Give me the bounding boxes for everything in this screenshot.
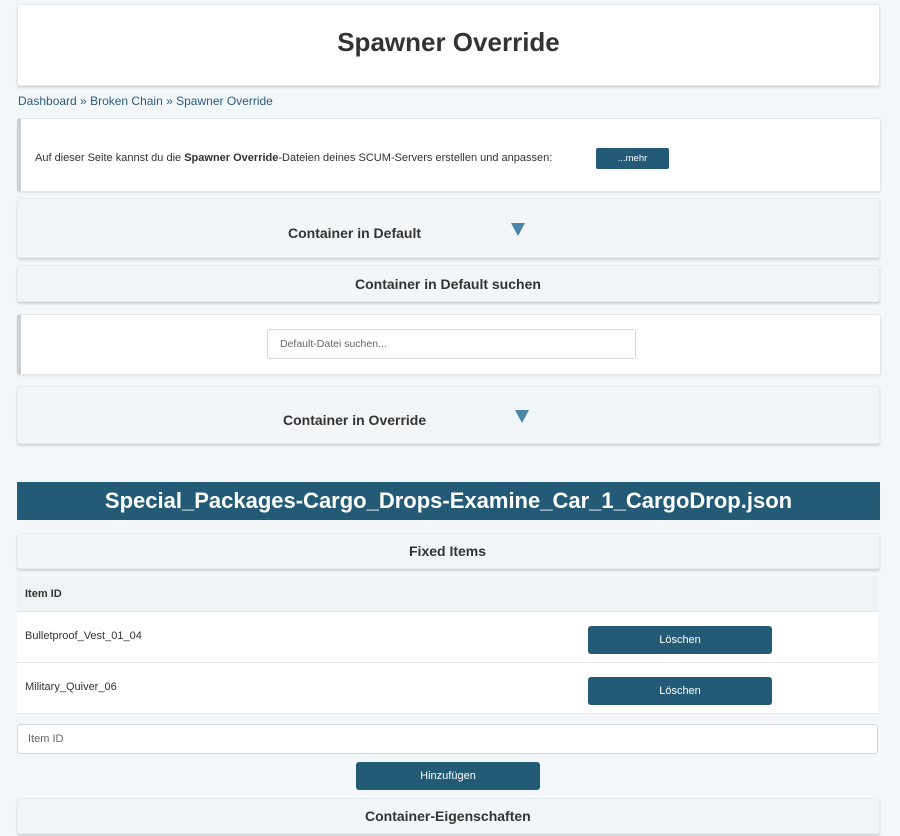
- section-override-container-label: Container in Override: [283, 412, 427, 428]
- section-override-container[interactable]: Container in Override: [17, 386, 880, 444]
- default-file-search-input[interactable]: [267, 329, 636, 359]
- section-container-properties-header: Container-Eigenschaften: [17, 798, 880, 834]
- more-button[interactable]: ...mehr: [596, 148, 669, 169]
- add-item-button[interactable]: Hinzufügen: [356, 762, 540, 790]
- table-row: Bulletproof_Vest_01_04 Löschen: [17, 612, 878, 663]
- info-text: Auf dieser Seite kannst du die Spawner O…: [35, 152, 553, 164]
- breadcrumb-broken-chain[interactable]: Broken Chain: [90, 94, 163, 108]
- default-search-box: [17, 314, 881, 375]
- page: Spawner Override Dashboard » Broken Chai…: [0, 0, 900, 836]
- section-default-container-label: Container in Default: [288, 225, 422, 241]
- section-fixed-items-label: Fixed Items: [409, 543, 487, 559]
- table-header: Item ID: [17, 577, 878, 612]
- triangle-down-icon[interactable]: [515, 410, 529, 423]
- section-fixed-items-header: Fixed Items: [17, 533, 880, 569]
- breadcrumb-spawner-override[interactable]: Spawner Override: [176, 94, 273, 108]
- section-container-properties-label: Container-Eigenschaften: [365, 808, 531, 824]
- info-box: Auf dieser Seite kannst du die Spawner O…: [17, 118, 881, 192]
- item-id-input[interactable]: [17, 724, 878, 754]
- breadcrumb-separator: »: [76, 94, 91, 108]
- breadcrumb-separator: »: [162, 94, 177, 108]
- column-header-item-id: Item ID: [25, 588, 62, 600]
- delete-button[interactable]: Löschen: [588, 626, 772, 654]
- item-id-cell: Bulletproof_Vest_01_04: [25, 630, 142, 642]
- triangle-down-icon[interactable]: [511, 223, 525, 236]
- section-default-container[interactable]: Container in Default: [17, 198, 880, 258]
- table-row: Military_Quiver_06 Löschen: [17, 663, 878, 714]
- delete-button[interactable]: Löschen: [588, 677, 772, 705]
- page-title: Spawner Override: [337, 26, 560, 57]
- breadcrumb: Dashboard » Broken Chain » Spawner Overr…: [18, 94, 273, 108]
- breadcrumb-dashboard[interactable]: Dashboard: [18, 94, 77, 108]
- info-text-highlight: Spawner Override: [184, 152, 279, 164]
- item-id-cell: Military_Quiver_06: [25, 681, 117, 693]
- file-name-banner: Special_Packages-Cargo_Drops-Examine_Car…: [17, 482, 880, 520]
- section-default-search-label: Container in Default suchen: [355, 276, 541, 292]
- page-header: Spawner Override: [17, 4, 880, 86]
- section-default-search-header: Container in Default suchen: [17, 265, 880, 302]
